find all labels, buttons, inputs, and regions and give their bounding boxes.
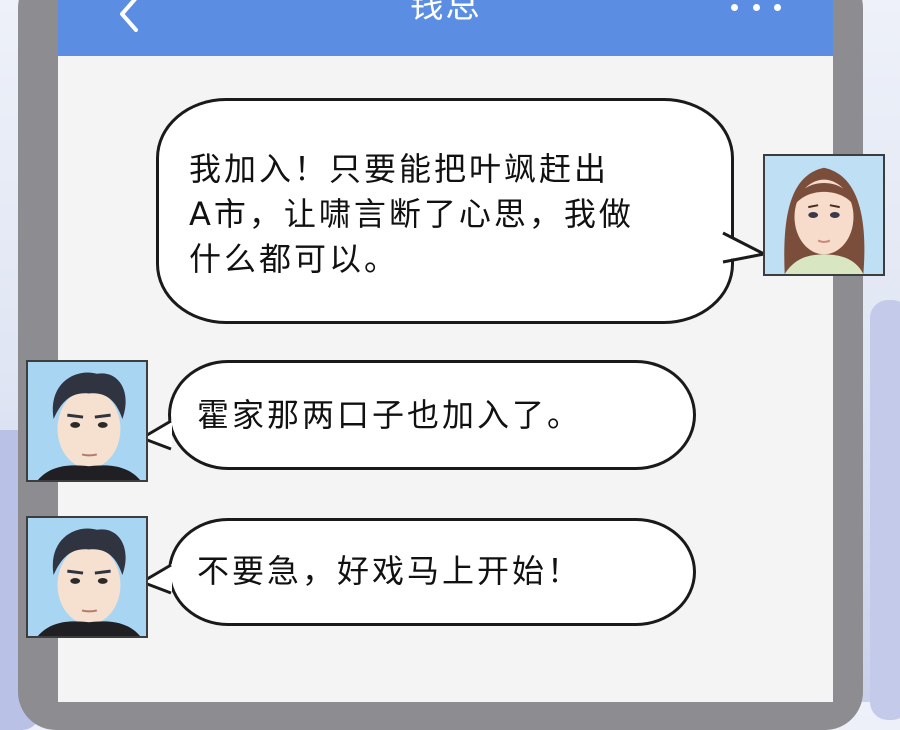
more-dots-icon [752,3,760,11]
avatar-man[interactable] [26,516,148,638]
message-bubble: 不要急，好戏马上开始！ [168,518,696,626]
chat-title: 钱总 [409,0,482,26]
man-portrait-icon [28,362,146,480]
message-bubble: 霍家那两口子也加入了。 [168,360,696,470]
message-line: 我加入！只要能把叶飒赶出 [189,150,610,188]
avatar-man[interactable] [26,360,148,482]
chat-header: 钱总 [58,0,833,56]
more-options-button[interactable] [731,0,781,22]
background-decoration-right [870,300,900,720]
man-portrait-icon [28,518,146,636]
message-line: 不要急，好戏马上开始！ [197,552,583,590]
avatar-woman[interactable] [763,154,885,276]
more-dots-icon [774,3,781,11]
more-dots-icon [731,3,738,11]
message-line: 霍家那两口子也加入了。 [197,396,583,434]
chat-screen: 钱总 我加入！只要能把叶飒赶出 A市，让啸言断了心思，我做 什么都可以。 霍家那… [58,0,833,702]
message-line: 什么都可以。 [189,240,400,278]
message-bubble: 我加入！只要能把叶飒赶出 A市，让啸言断了心思，我做 什么都可以。 [156,98,734,324]
message-line: A市，让啸言断了心思，我做 [189,195,634,233]
woman-portrait-icon [765,156,883,274]
